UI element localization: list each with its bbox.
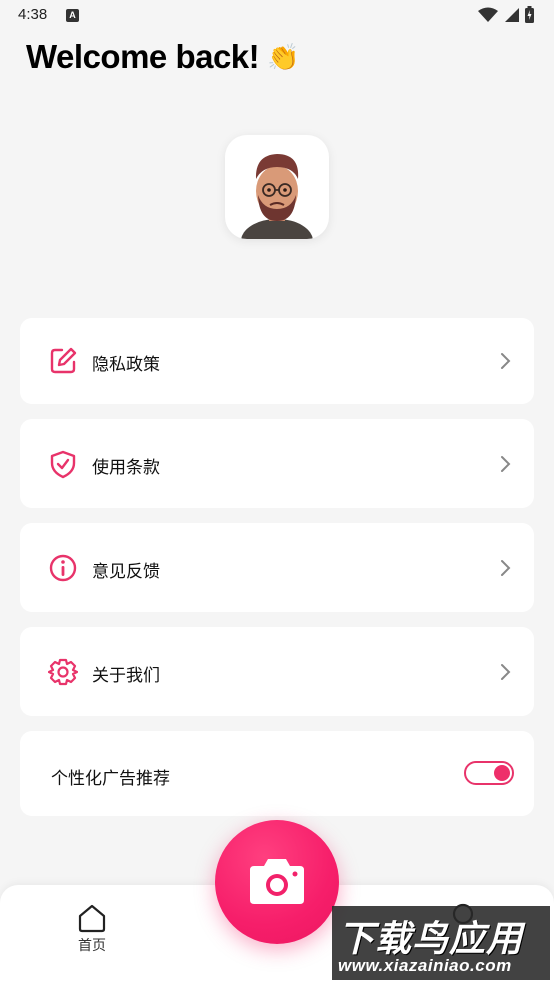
menu-item-label: 关于我们: [92, 666, 160, 685]
battery-icon: [525, 6, 534, 23]
menu-item-label: 隐私政策: [92, 355, 160, 374]
menu-item-feedback[interactable]: 意见反馈: [20, 523, 534, 612]
chevron-right-icon: [501, 560, 511, 576]
avatar[interactable]: [225, 135, 329, 239]
clapping-hands-emoji: 👏: [267, 41, 300, 72]
edit-icon: [50, 347, 77, 374]
home-icon: [78, 904, 106, 933]
nav-home-label: 首页: [78, 937, 106, 953]
ad-personalization-toggle[interactable]: [464, 761, 514, 785]
menu-item-about-us[interactable]: 关于我们: [20, 627, 534, 716]
status-bar: 4:38 A: [0, 0, 554, 32]
welcome-text: Welcome back!: [26, 38, 260, 75]
shield-check-icon: [50, 450, 76, 479]
menu-item-label: 意见反馈: [92, 562, 160, 581]
nav-home[interactable]: 首页: [72, 903, 112, 957]
chevron-right-icon: [501, 456, 511, 472]
info-icon: [49, 554, 77, 582]
status-icons: [478, 6, 534, 23]
notification-badge: A: [66, 9, 79, 22]
camera-button[interactable]: [215, 820, 339, 944]
chevron-right-icon: [501, 664, 511, 680]
menu-item-terms-of-use[interactable]: 使用条款: [20, 419, 534, 508]
signal-icon: [505, 7, 519, 22]
ad-personalization-row: 个性化广告推荐: [20, 731, 534, 816]
camera-icon: [250, 859, 304, 904]
status-time: 4:38: [18, 6, 48, 23]
toggle-knob: [494, 765, 510, 781]
watermark-url: www.xiazainiao.com: [338, 956, 512, 975]
gear-icon: [48, 658, 78, 686]
menu-item-label: 使用条款: [92, 458, 160, 477]
welcome-heading: Welcome back! 👏: [26, 38, 300, 76]
watermark-text: 下载鸟应用: [338, 918, 524, 959]
watermark: 下载鸟应用 www.xiazainiao.com: [332, 906, 550, 980]
ad-toggle-label: 个性化广告推荐: [51, 769, 170, 788]
wifi-icon: [478, 7, 498, 22]
chevron-right-icon: [501, 353, 511, 369]
avatar-illustration: [241, 154, 313, 239]
menu-item-privacy-policy[interactable]: 隐私政策: [20, 318, 534, 404]
